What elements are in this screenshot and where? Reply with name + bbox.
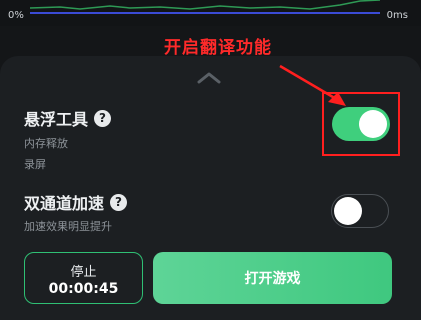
dual-channel-row: 双通道加速 ? (24, 190, 128, 214)
toggle-knob (334, 197, 362, 225)
floating-tool-subtitle-2: 录屏 (24, 158, 46, 171)
graph-right-label: 0ms (386, 10, 408, 21)
graph-lines (29, 0, 381, 14)
floating-tool-row: 悬浮工具 ? (24, 106, 112, 130)
stop-button[interactable]: 停止 00:00:45 (24, 252, 143, 304)
annotation-highlight-box (322, 92, 400, 156)
chevron-up-icon[interactable] (197, 69, 221, 84)
question-circle-icon[interactable]: ? (94, 109, 112, 127)
graph-left-label: 0% (8, 10, 24, 21)
annotation-text: 开启翻译功能 (164, 38, 272, 58)
dual-channel-subtitle: 加速效果明显提升 (24, 220, 112, 233)
floating-tool-subtitle-1: 内存释放 (24, 137, 68, 150)
dual-channel-toggle[interactable] (331, 194, 389, 228)
open-game-label: 打开游戏 (244, 271, 301, 287)
stop-label: 停止 (70, 265, 97, 280)
open-game-button[interactable]: 打开游戏 (153, 252, 392, 304)
timer: 00:00:45 (48, 281, 119, 297)
floating-tool-title: 悬浮工具 (24, 110, 89, 129)
dual-channel-title: 双通道加速 (24, 194, 105, 213)
latency-graph: 0% 0ms (0, 0, 421, 26)
question-circle-icon[interactable]: ? (110, 193, 128, 211)
